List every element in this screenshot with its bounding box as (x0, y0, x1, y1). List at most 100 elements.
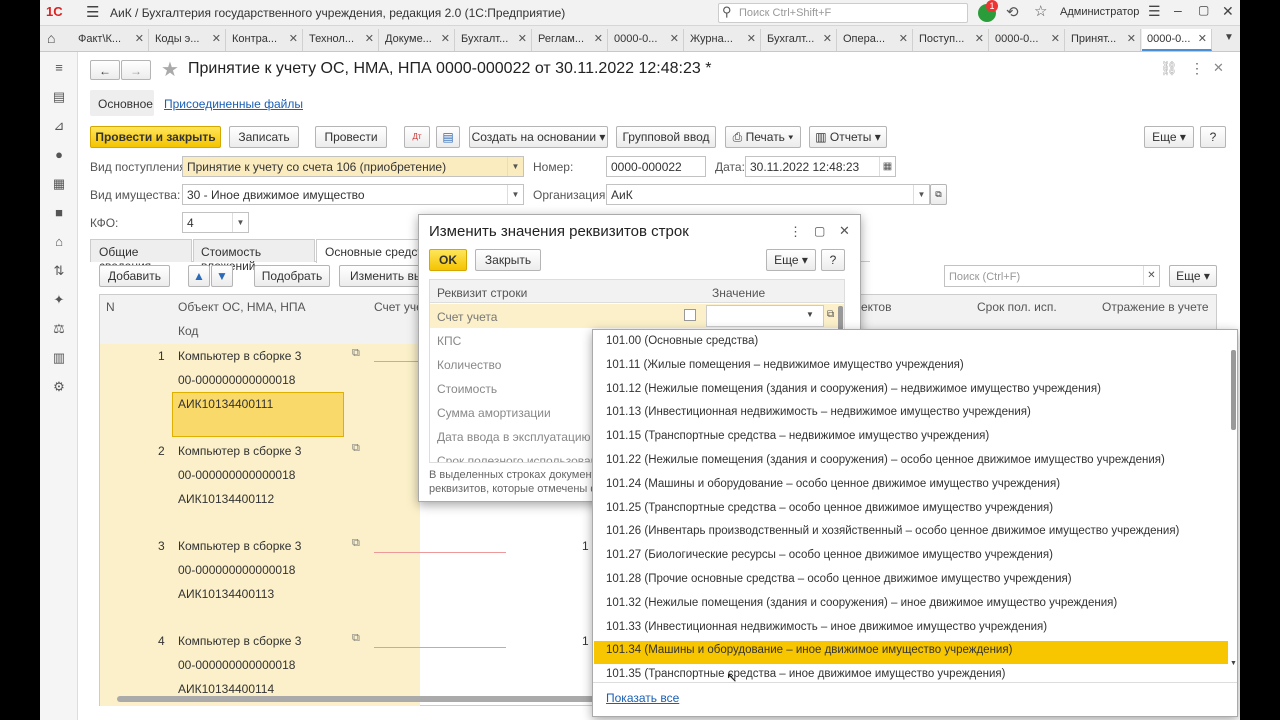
chevron-down-icon[interactable]: ▼ (806, 310, 814, 319)
dropdown-item[interactable]: 101.24 (Машины и оборудование – особо це… (606, 478, 1060, 490)
books-icon[interactable]: ▥ (52, 351, 66, 365)
truck-icon[interactable]: ■ (52, 206, 66, 220)
ruble-icon[interactable]: ● (52, 148, 66, 162)
clear-search-icon[interactable]: ✕ (1143, 266, 1159, 285)
tab-window[interactable]: Технол... ✕ (304, 29, 379, 51)
horizontal-scrollbar[interactable] (117, 696, 597, 702)
scales-icon[interactable]: ⚖ (52, 322, 66, 336)
dropdown-item[interactable]: 101.28 (Прочие основные средства – особо… (606, 573, 1072, 585)
grid-more-button[interactable]: Еще ▾ (1169, 265, 1217, 287)
favorites-star-icon[interactable]: ☆ (1034, 2, 1047, 20)
back-button[interactable]: ← (90, 60, 120, 80)
post-and-close-button[interactable]: Провести и закрыть (90, 126, 221, 148)
close-tab-icon[interactable]: ✕ (594, 32, 603, 45)
chevron-down-icon[interactable]: ▼ (913, 185, 929, 204)
requisite-quantity[interactable]: Количество (437, 358, 501, 372)
move-down-button[interactable]: ▼ (211, 265, 233, 287)
maximize-icon[interactable]: ▢ (1198, 3, 1209, 17)
tab-general-info[interactable]: Общие сведения (90, 239, 192, 273)
sort-icon[interactable]: ⇅ (52, 264, 66, 278)
close-window-icon[interactable]: ✕ (1222, 3, 1234, 20)
user-name[interactable]: Администратор (1060, 6, 1139, 18)
tab-window[interactable]: Коды э... ✕ (150, 29, 226, 51)
number-field[interactable]: 0000-000022 (606, 156, 706, 177)
post-button[interactable]: Провести (315, 126, 387, 148)
requisite-checkbox[interactable] (684, 309, 696, 321)
dialog-more-button[interactable]: Еще ▾ (766, 249, 816, 271)
documents-icon[interactable]: ▤ (52, 90, 66, 104)
dialog-more-icon[interactable]: ⋮ (789, 224, 802, 240)
copy-icon[interactable]: ⧉ (352, 537, 360, 550)
organization-field[interactable]: АиК ▼ (606, 184, 930, 205)
dropdown-item[interactable]: 101.35 (Транспортные средства – иное дви… (606, 668, 1005, 680)
dropdown-item[interactable]: 101.13 (Инвестиционная недвижимость – не… (606, 406, 1031, 418)
tab-attached-files[interactable]: Присоединенные файлы (164, 97, 303, 111)
tab-window[interactable]: Факт\К... ✕ (73, 29, 149, 51)
copy-icon[interactable]: ⧉ (352, 347, 360, 360)
gear-icon[interactable]: ⚙ (52, 380, 66, 394)
dialog-close-button[interactable]: Закрыть (475, 249, 541, 271)
move-up-button[interactable]: ▲ (188, 265, 210, 287)
chevron-down-icon[interactable]: ▼ (507, 185, 523, 204)
scroll-down-icon[interactable]: ▼ (1230, 660, 1237, 667)
more-actions-icon[interactable]: ⋮ (1190, 60, 1204, 77)
dropdown-item[interactable]: 101.32 (Нежилые помещения (здания и соор… (606, 597, 1117, 609)
dialog-ok-button[interactable]: OK (429, 249, 467, 271)
more-button[interactable]: Еще ▾ (1144, 126, 1194, 148)
pick-button[interactable]: Подобрать (254, 265, 330, 287)
close-tab-icon[interactable]: ✕ (441, 32, 450, 45)
emblem-icon[interactable]: ✦ (52, 293, 66, 307)
copy-icon[interactable]: ⧉ (352, 442, 360, 455)
kfo-field[interactable]: 4 ▼ (182, 212, 249, 233)
close-tab-icon[interactable]: ✕ (747, 32, 756, 45)
requisite-useful-life[interactable]: Срок полезного использования (437, 454, 611, 462)
dropdown-item[interactable]: 101.25 (Транспортные средства – особо це… (606, 502, 1053, 514)
chevron-down-icon[interactable]: ▼ (507, 157, 523, 176)
date-field[interactable]: 30.11.2022 12:48:23 ▦ (745, 156, 896, 177)
open-organization-icon[interactable]: ⧉ (930, 184, 947, 205)
hamburger-icon[interactable]: ☰ (86, 3, 99, 21)
tab-window[interactable]: 0000-0... ✕ (1142, 29, 1212, 51)
reports-button[interactable]: ▥ Отчеты ▾ (809, 126, 887, 148)
write-button[interactable]: Записать (229, 126, 299, 148)
link-icon[interactable]: ⛓ (1160, 60, 1178, 77)
dropdown-item[interactable]: 101.15 (Транспортные средства – недвижим… (606, 430, 989, 442)
close-tab-icon[interactable]: ✕ (1127, 32, 1136, 45)
dropdown-item[interactable]: 101.00 (Основные средства) (606, 335, 758, 347)
requisite-cost[interactable]: Стоимость (437, 382, 497, 396)
close-tab-icon[interactable]: ✕ (1198, 32, 1207, 45)
tab-window[interactable]: 0000-0... ✕ (990, 29, 1065, 51)
close-tab-icon[interactable]: ✕ (670, 32, 679, 45)
requisite-account[interactable]: Счет учета (437, 310, 497, 324)
tabs-more-icon[interactable]: ▼ (1224, 32, 1234, 43)
show-all-link[interactable]: Показать все (606, 691, 679, 705)
tab-investment-cost[interactable]: Стоимость вложений (193, 239, 315, 273)
close-tab-icon[interactable]: ✕ (365, 32, 374, 45)
tab-window[interactable]: Докуме... ✕ (380, 29, 455, 51)
grid-search-field[interactable]: Поиск (Ctrl+F) ✕ (944, 265, 1160, 287)
bank-icon[interactable]: ⌂ (52, 235, 66, 249)
tab-window[interactable]: Реглам... ✕ (533, 29, 608, 51)
grid-icon[interactable]: ▦ (52, 177, 66, 191)
close-tab-icon[interactable]: ✕ (212, 32, 221, 45)
dialog-help-button[interactable]: ? (821, 249, 845, 271)
global-search[interactable]: ⚲ Поиск Ctrl+Shift+F (718, 3, 968, 23)
dialog-maximize-icon[interactable]: ▢ (814, 224, 825, 238)
dropdown-item[interactable]: 101.33 (Инвестиционная недвижимость – ин… (606, 621, 1047, 633)
close-tab-icon[interactable]: ✕ (135, 32, 144, 45)
receipt-type-field[interactable]: Принятие к учету со счета 106 (приобрете… (182, 156, 524, 177)
dropdown-item[interactable]: 101.27 (Биологические ресурсы – особо це… (606, 549, 1053, 561)
requisite-kps[interactable]: КПС (437, 334, 461, 348)
close-tab-icon[interactable]: ✕ (1051, 32, 1060, 45)
create-based-button[interactable]: Создать на основании ▾ (469, 126, 608, 148)
chevron-down-icon[interactable]: ▼ (232, 213, 248, 232)
tab-window[interactable]: Журна... ✕ (685, 29, 761, 51)
tab-window[interactable]: Бухгалт... ✕ (456, 29, 532, 51)
menu-icon[interactable]: ≡ (52, 61, 66, 75)
dropdown-item[interactable]: 101.34 (Машины и оборудование – иное дви… (606, 644, 1012, 656)
dropdown-item[interactable]: 101.12 (Нежилые помещения (здания и соор… (606, 383, 1101, 395)
copy-icon[interactable]: ⧉ (352, 632, 360, 645)
tab-window[interactable]: Контра... ✕ (227, 29, 303, 51)
dt-kt-icon[interactable]: Дт (404, 126, 430, 148)
tab-window[interactable]: Бухгалт... ✕ (762, 29, 837, 51)
